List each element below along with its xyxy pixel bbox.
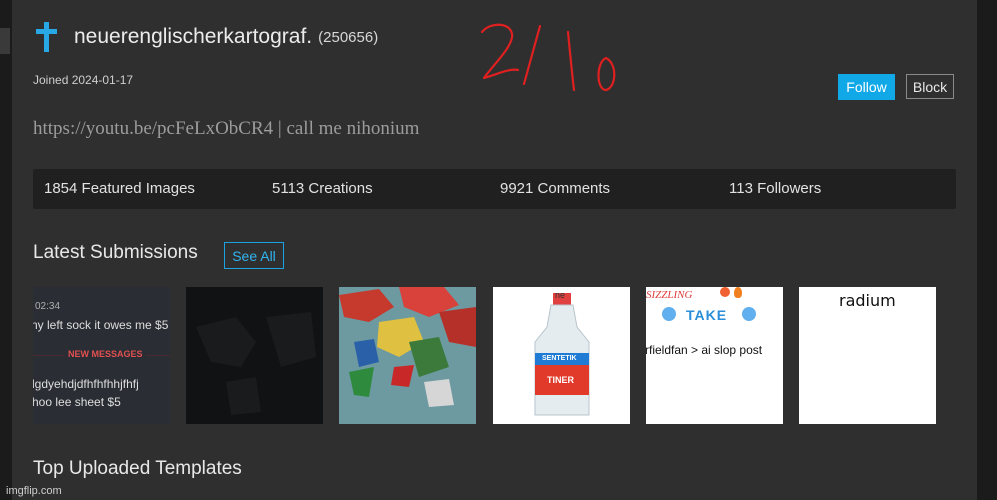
fire-icon — [734, 287, 742, 298]
profile-panel: neuerenglischerkartograf. (250656) Joine… — [12, 0, 977, 500]
stat-comments[interactable]: 9921 Comments — [500, 180, 610, 197]
cross-icon — [36, 22, 58, 52]
see-all-button[interactable]: See All — [224, 242, 284, 269]
label-brand: SENTETIK — [542, 355, 577, 362]
profile-bio: https://youtu.be/pcFeLxObCR4 | call me n… — [33, 118, 420, 139]
caption-text: rfieldfan > ai slop post — [646, 343, 763, 357]
dark-map-image — [196, 312, 316, 415]
side-tab[interactable] — [0, 28, 10, 54]
submission-thumb[interactable]: SIZZLING TAKE rfieldfan > ai slop post — [646, 287, 783, 424]
handwritten-rating-annotation — [480, 23, 616, 92]
emoji-icon — [720, 287, 730, 297]
message-text: ny left sock it owes me $5 — [33, 318, 169, 332]
imgflip-watermark: imgflip.com — [6, 485, 62, 497]
stat-followers[interactable]: 113 Followers — [729, 180, 821, 197]
submission-thumb[interactable] — [186, 287, 323, 424]
caption-text: SIZZLING — [646, 289, 693, 301]
stat-featured-images[interactable]: 1854 Featured Images — [44, 180, 195, 197]
user-id: (250656) — [318, 28, 379, 46]
label-product: TINER — [547, 375, 574, 385]
face-icon — [742, 307, 756, 321]
caption-text: radium — [839, 291, 896, 310]
flag-map-image — [339, 287, 476, 424]
right-page-gutter — [977, 0, 997, 500]
take-text: TAKE — [686, 307, 728, 323]
block-button[interactable]: Block — [906, 74, 954, 99]
follow-button[interactable]: Follow — [838, 74, 895, 100]
submission-thumb[interactable]: radium — [799, 287, 936, 424]
top-templates-title: Top Uploaded Templates — [33, 458, 242, 479]
message-time: 02:34 — [35, 301, 61, 312]
joined-date: Joined 2024-01-17 — [33, 73, 134, 87]
latest-submissions-title: Latest Submissions — [33, 242, 198, 263]
stats-bar: 1854 Featured Images 5113 Creations 9921… — [33, 169, 956, 209]
stat-creations[interactable]: 5113 Creations — [272, 180, 373, 197]
left-page-gutter — [0, 0, 12, 500]
new-messages-divider: NEW MESSAGES — [65, 349, 146, 359]
submission-thumb[interactable]: 02:34 ny left sock it owes me $5 NEW MES… — [33, 287, 170, 424]
submission-thumb[interactable]: ne SENTETIK TINER — [493, 287, 630, 424]
message-text: lgdyehdjdfhfhfhhjfhfj — [33, 377, 139, 391]
face-icon — [662, 307, 676, 321]
caption-text: ne — [555, 290, 566, 300]
username[interactable]: neuerenglischerkartograf. — [74, 25, 312, 49]
submission-thumb[interactable] — [339, 287, 476, 424]
message-text: hoo lee sheet $5 — [33, 395, 121, 409]
profile-header: neuerenglischerkartograf. (250656) — [36, 22, 378, 52]
